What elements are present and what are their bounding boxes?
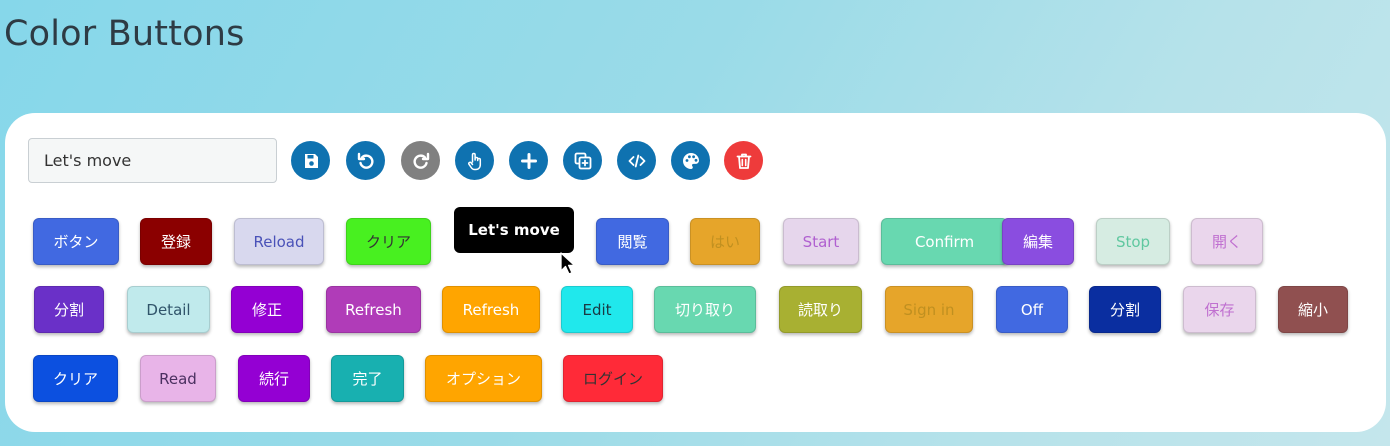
color-button-label: Edit xyxy=(582,300,612,319)
undo-button[interactable] xyxy=(346,141,385,180)
color-button-label: Sign in xyxy=(903,300,955,319)
color-button[interactable]: はい xyxy=(690,218,760,265)
color-button-label: ボタン xyxy=(53,233,99,251)
save-icon xyxy=(301,151,321,171)
text-input[interactable] xyxy=(28,138,277,183)
code-icon xyxy=(627,151,647,171)
color-button[interactable]: Confirm xyxy=(881,218,1008,265)
color-button[interactable]: 完了 xyxy=(331,355,404,402)
color-button-label: Off xyxy=(1020,300,1044,319)
color-button[interactable]: Read xyxy=(140,355,216,402)
color-button[interactable]: クリア xyxy=(33,355,118,402)
color-button[interactable]: Start xyxy=(783,218,859,265)
color-button[interactable]: 続行 xyxy=(238,355,310,402)
color-button[interactable]: Reload xyxy=(234,218,324,265)
color-button-label: Start xyxy=(802,232,840,251)
color-button-label: 登録 xyxy=(160,233,191,251)
hand-pointer-button[interactable] xyxy=(455,141,494,180)
color-button-label: Read xyxy=(159,369,197,388)
color-button[interactable]: クリア xyxy=(346,218,431,265)
color-button[interactable]: 分割 xyxy=(1089,286,1161,333)
color-button-label: 完了 xyxy=(352,370,383,388)
add-icon xyxy=(519,151,539,171)
color-button[interactable]: 読取り xyxy=(779,286,862,333)
color-button[interactable]: Detail xyxy=(127,286,210,333)
color-button[interactable]: 保存 xyxy=(1183,286,1256,333)
mouse-cursor-icon xyxy=(560,252,576,275)
color-button-label: 分割 xyxy=(1109,301,1140,319)
palette-button[interactable] xyxy=(671,141,710,180)
color-button[interactable]: 編集 xyxy=(1002,218,1074,265)
color-button[interactable]: 登録 xyxy=(140,218,212,265)
color-button-label: 編集 xyxy=(1022,233,1053,251)
redo-button[interactable] xyxy=(401,141,440,180)
color-button-label: クリア xyxy=(52,370,98,388)
color-button-label: はい xyxy=(709,233,740,251)
color-button-label: Confirm xyxy=(914,232,975,251)
color-button[interactable]: 修正 xyxy=(231,286,303,333)
add-button[interactable] xyxy=(509,141,548,180)
color-button[interactable]: Off xyxy=(996,286,1068,333)
color-button[interactable]: Stop xyxy=(1096,218,1170,265)
color-button-label: 開く xyxy=(1211,233,1242,251)
color-button-label: Stop xyxy=(1115,232,1151,251)
color-button-label: 切り取り xyxy=(674,301,735,319)
color-button[interactable]: ボタン xyxy=(33,218,119,265)
save-button[interactable] xyxy=(291,141,330,180)
trash-button[interactable] xyxy=(724,141,763,180)
color-button[interactable]: 閲覧 xyxy=(596,218,669,265)
undo-icon xyxy=(356,151,376,171)
color-button-label: 読取り xyxy=(797,301,843,319)
redo-icon xyxy=(411,151,431,171)
color-button-label: Refresh xyxy=(462,300,520,319)
color-button-label: 修正 xyxy=(251,301,282,319)
color-button-label: Refresh xyxy=(345,300,402,319)
color-button[interactable]: ログイン xyxy=(563,355,663,402)
color-button-label: Detail xyxy=(146,300,191,319)
color-button-label: クリア xyxy=(365,233,411,251)
color-button-label: オプション xyxy=(445,370,521,388)
color-button[interactable]: オプション xyxy=(425,355,542,402)
color-button[interactable]: Edit xyxy=(561,286,633,333)
color-button[interactable]: Refresh xyxy=(326,286,421,333)
trash-icon xyxy=(734,151,754,171)
color-button-label: 分割 xyxy=(53,301,84,319)
tooltip: Let's move xyxy=(454,207,574,253)
page-title: Color Buttons xyxy=(4,14,245,54)
color-button[interactable]: Refresh xyxy=(442,286,540,333)
copy-add-icon xyxy=(573,151,593,171)
palette-icon xyxy=(681,151,701,171)
color-button-label: 続行 xyxy=(258,370,289,388)
color-button-label: 保存 xyxy=(1204,301,1235,319)
hand-pointer-icon xyxy=(465,151,485,171)
color-button[interactable]: 開く xyxy=(1191,218,1263,265)
color-button[interactable]: 縮小 xyxy=(1278,286,1348,333)
color-button-label: 縮小 xyxy=(1297,301,1328,319)
color-button-label: ログイン xyxy=(582,370,643,388)
color-button[interactable]: 分割 xyxy=(34,286,104,333)
color-button-label: Reload xyxy=(253,232,305,251)
copy-add-button[interactable] xyxy=(563,141,602,180)
color-button[interactable]: 切り取り xyxy=(654,286,756,333)
code-button[interactable] xyxy=(617,141,656,180)
color-button-label: 閲覧 xyxy=(617,233,648,251)
color-button[interactable]: Sign in xyxy=(885,286,973,333)
